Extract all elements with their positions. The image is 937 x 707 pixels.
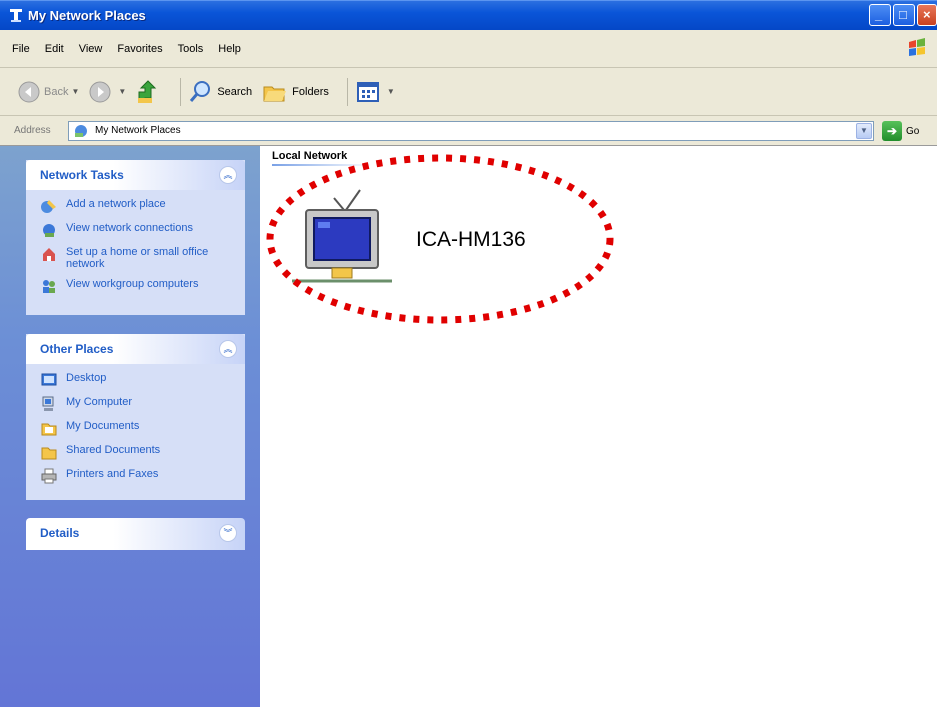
place-my-documents[interactable]: My Documents bbox=[40, 420, 239, 436]
shared-documents-icon bbox=[41, 447, 57, 460]
task-view-workgroup-computers[interactable]: View workgroup computers bbox=[40, 278, 239, 294]
menu-edit[interactable]: Edit bbox=[45, 43, 64, 55]
address-bar: Address My Network Places ▼ ➔ Go bbox=[0, 116, 937, 146]
highlight-circle bbox=[266, 154, 614, 324]
place-label: Printers and Faxes bbox=[66, 468, 159, 480]
network-tasks-list: Add a network place View network connect… bbox=[26, 190, 245, 312]
file-view: Local Network ICA-HM136 bbox=[260, 146, 937, 707]
collapse-chevron-icon[interactable]: ︽ bbox=[219, 166, 237, 184]
other-places-panel: Other Places ︽ Desktop My Computer My Do… bbox=[26, 334, 245, 500]
task-label: Add a network place bbox=[66, 198, 166, 210]
menu-tools[interactable]: Tools bbox=[178, 43, 204, 55]
task-view-network-connections[interactable]: View network connections bbox=[40, 222, 239, 238]
network-connections-icon bbox=[43, 224, 55, 237]
task-label: Set up a home or small office network bbox=[66, 246, 209, 270]
task-label: View network connections bbox=[66, 222, 193, 234]
workgroup-icon bbox=[43, 280, 55, 293]
other-places-title: Other Places bbox=[40, 342, 114, 356]
place-printers-and-faxes[interactable]: Printers and Faxes bbox=[40, 468, 239, 484]
explorer-window: My Network Places _ □ × File Edit View F… bbox=[0, 0, 937, 707]
title-bar[interactable]: My Network Places _ □ × bbox=[0, 0, 937, 30]
other-places-list: Desktop My Computer My Documents Shared … bbox=[26, 364, 245, 502]
maximize-icon: □ bbox=[899, 7, 907, 22]
go-button[interactable]: ➔ Go bbox=[882, 121, 919, 141]
place-shared-documents[interactable]: Shared Documents bbox=[40, 444, 239, 460]
place-label: Shared Documents bbox=[66, 444, 161, 456]
other-places-header[interactable]: Other Places ︽ bbox=[26, 334, 245, 364]
menu-file[interactable]: File bbox=[12, 43, 30, 55]
network-tasks-header[interactable]: Network Tasks ︽ bbox=[26, 160, 245, 190]
forward-button[interactable]: ▼ bbox=[89, 81, 126, 103]
my-documents-icon bbox=[41, 423, 57, 436]
standard-toolbar: Back ▼ ▼ Search Folders ▼ bbox=[0, 68, 937, 116]
up-button[interactable] bbox=[136, 79, 162, 104]
search-button[interactable]: Search bbox=[189, 80, 252, 104]
maximize-button[interactable]: □ bbox=[893, 4, 915, 26]
up-folder-icon bbox=[138, 79, 157, 103]
my-computer-icon bbox=[42, 396, 54, 411]
menu-view[interactable]: View bbox=[79, 43, 103, 55]
place-my-computer[interactable]: My Computer bbox=[40, 396, 239, 412]
address-field[interactable]: My Network Places ▼ bbox=[68, 121, 874, 141]
task-label: View workgroup computers bbox=[66, 278, 199, 290]
network-tasks-title: Network Tasks bbox=[40, 168, 124, 182]
close-icon: × bbox=[923, 7, 931, 22]
task-pane: Network Tasks ︽ Add a network place View… bbox=[0, 146, 260, 707]
folders-label: Folders bbox=[292, 85, 329, 98]
windows-logo-icon bbox=[909, 38, 925, 56]
toolbar-separator bbox=[180, 77, 182, 106]
expand-chevron-icon[interactable]: ︾ bbox=[219, 524, 237, 542]
back-dropdown-icon[interactable]: ▼ bbox=[71, 87, 79, 96]
views-dropdown-icon[interactable]: ▼ bbox=[387, 87, 395, 96]
network-places-icon bbox=[10, 9, 22, 22]
address-value: My Network Places bbox=[95, 125, 181, 136]
window-controls: _ □ × bbox=[869, 4, 937, 26]
menu-help[interactable]: Help bbox=[218, 43, 241, 55]
minimize-icon: _ bbox=[875, 7, 883, 22]
back-arrow-icon bbox=[18, 81, 40, 102]
menu-favorites[interactable]: Favorites bbox=[117, 43, 162, 55]
desktop-icon bbox=[41, 373, 57, 386]
collapse-chevron-icon[interactable]: ︽ bbox=[219, 340, 237, 358]
menu-bar: File Edit View Favorites Tools Help bbox=[0, 30, 937, 68]
place-label: Desktop bbox=[66, 372, 107, 384]
minimize-button[interactable]: _ bbox=[869, 4, 891, 26]
address-label: Address bbox=[14, 125, 51, 136]
back-label: Back bbox=[44, 85, 69, 98]
place-label: My Documents bbox=[66, 420, 140, 432]
details-panel-header[interactable]: Details ︾ bbox=[26, 518, 245, 550]
folders-button[interactable]: Folders bbox=[262, 81, 329, 103]
search-icon bbox=[190, 80, 211, 102]
back-button[interactable]: Back ▼ bbox=[18, 81, 79, 103]
address-dropdown-button[interactable]: ▼ bbox=[856, 123, 872, 139]
go-label: Go bbox=[906, 125, 920, 137]
toolbar-separator bbox=[346, 77, 348, 106]
task-add-network-place[interactable]: Add a network place bbox=[40, 198, 239, 214]
printer-icon bbox=[41, 468, 57, 484]
go-arrow-icon: ➔ bbox=[882, 121, 902, 141]
search-label: Search bbox=[217, 85, 253, 98]
close-button[interactable]: × bbox=[917, 4, 937, 26]
forward-dropdown-icon[interactable]: ▼ bbox=[118, 87, 126, 96]
add-network-place-icon bbox=[41, 200, 56, 213]
views-button[interactable]: ▼ bbox=[356, 81, 395, 103]
forward-arrow-icon bbox=[89, 81, 111, 102]
window-title: My Network Places bbox=[28, 8, 146, 23]
folders-icon bbox=[263, 86, 287, 101]
place-label: My Computer bbox=[66, 396, 133, 408]
details-title: Details bbox=[40, 526, 80, 540]
views-icon bbox=[356, 81, 379, 102]
network-places-icon bbox=[75, 125, 87, 137]
place-desktop[interactable]: Desktop bbox=[40, 372, 239, 388]
home-network-icon bbox=[43, 248, 55, 261]
network-tasks-panel: Network Tasks ︽ Add a network place View… bbox=[26, 160, 245, 315]
task-setup-home-network[interactable]: Set up a home or small office network bbox=[40, 246, 239, 270]
